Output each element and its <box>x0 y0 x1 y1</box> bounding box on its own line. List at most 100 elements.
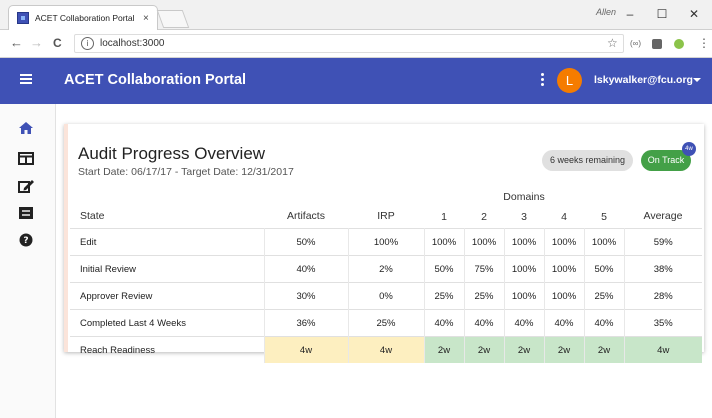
cell-domain-4: 40% <box>544 309 585 337</box>
cell-domain-3: 100% <box>504 255 545 283</box>
table-row-readiness: Reach Readiness 4w 4w 2w 2w 2w 2w 2w 4w <box>70 336 702 363</box>
back-button[interactable]: ← <box>10 35 23 51</box>
close-window-button[interactable]: ✕ <box>684 6 704 22</box>
browser-titlebar: ACET Collaboration Portal × Allen – ☐ ✕ <box>0 0 712 30</box>
browser-tab[interactable]: ACET Collaboration Portal × <box>8 5 158 30</box>
home-icon[interactable] <box>16 120 36 136</box>
cast-icon[interactable] <box>652 39 662 49</box>
cell-domain-1: 100% <box>424 228 465 256</box>
url-input[interactable]: i localhost:3000 <box>74 34 624 53</box>
extension-icon[interactable]: (∞) <box>630 39 641 48</box>
cell-domain-5: 100% <box>584 228 625 256</box>
cell-irp: 25% <box>348 309 425 337</box>
extension-leaf-icon[interactable] <box>674 39 684 49</box>
favicon-icon <box>17 12 29 24</box>
col-header-artifacts: Artifacts <box>287 210 325 222</box>
col-header-domain-2: 2 <box>481 211 487 223</box>
cell-average: 4w <box>624 336 702 363</box>
col-header-average: Average <box>643 210 683 222</box>
cell-domain-3: 40% <box>504 309 545 337</box>
url-text: localhost:3000 <box>100 38 165 49</box>
cell-domain-3: 2w <box>504 336 545 363</box>
status-badge: 4w <box>682 142 696 156</box>
app-title: ACET Collaboration Portal <box>64 72 247 88</box>
cell-domain-1: 50% <box>424 255 465 283</box>
cell-domain-2: 40% <box>464 309 505 337</box>
user-menu-caret-icon[interactable] <box>693 78 701 82</box>
col-header-domains: Domains <box>503 191 545 203</box>
cell-domain-1: 2w <box>424 336 465 363</box>
cell-domain-5: 50% <box>584 255 625 283</box>
audit-progress-table: State Artifacts IRP Domains Average 1 2 … <box>70 188 702 363</box>
list-icon[interactable] <box>16 205 36 221</box>
reload-button[interactable]: C <box>53 35 62 51</box>
minimize-button[interactable]: – <box>620 6 640 22</box>
cell-state: Approver Review <box>70 282 265 310</box>
page-title: Audit Progress Overview <box>78 144 266 163</box>
address-toolbar: ← → C i localhost:3000 ☆ (∞) ⋮ <box>0 30 712 58</box>
audit-progress-card: Audit Progress Overview Start Date: 06/1… <box>64 124 704 363</box>
cell-artifacts: 36% <box>264 309 349 337</box>
svg-text:?: ? <box>23 236 28 246</box>
table-row: Approver Review 30% 0% 25% 25% 100% 100%… <box>70 282 702 310</box>
forward-button[interactable]: → <box>30 35 43 51</box>
cell-irp: 0% <box>348 282 425 310</box>
tab-close-icon[interactable]: × <box>143 13 149 24</box>
site-info-icon[interactable]: i <box>81 37 94 50</box>
user-email[interactable]: lskywalker@fcu.org <box>594 74 693 86</box>
cell-average: 35% <box>624 309 702 337</box>
cell-domain-3: 100% <box>504 228 545 256</box>
cell-domain-2: 25% <box>464 282 505 310</box>
cell-domain-1: 25% <box>424 282 465 310</box>
cell-irp: 4w <box>348 336 425 363</box>
cell-domain-4: 100% <box>544 228 585 256</box>
new-tab-button[interactable] <box>156 10 190 28</box>
col-header-domain-3: 3 <box>521 211 527 223</box>
menu-icon[interactable] <box>20 72 34 88</box>
col-header-irp: IRP <box>377 210 395 222</box>
cell-state: Initial Review <box>70 255 265 283</box>
tab-title: ACET Collaboration Portal <box>35 13 135 23</box>
cell-domain-2: 2w <box>464 336 505 363</box>
maximize-button[interactable]: ☐ <box>652 6 672 22</box>
app-header: ACET Collaboration Portal L lskywalker@f… <box>0 58 712 104</box>
cell-domain-4: 100% <box>544 282 585 310</box>
cell-artifacts: 30% <box>264 282 349 310</box>
table-row: Initial Review 40% 2% 50% 75% 100% 100% … <box>70 255 702 283</box>
card-accent <box>64 124 68 352</box>
cell-artifacts: 50% <box>264 228 349 256</box>
bookmark-star-icon[interactable]: ☆ <box>607 36 618 50</box>
col-header-domain-4: 4 <box>561 211 567 223</box>
header-row: State Artifacts IRP Domains Average <box>70 188 702 222</box>
cell-domain-5: 25% <box>584 282 625 310</box>
cell-domain-2: 100% <box>464 228 505 256</box>
cell-average: 28% <box>624 282 702 310</box>
col-header-domain-5: 5 <box>601 211 607 223</box>
dashboard-icon[interactable] <box>16 150 36 166</box>
table-row: Completed Last 4 Weeks 36% 25% 40% 40% 4… <box>70 309 702 337</box>
cell-domain-4: 100% <box>544 255 585 283</box>
sidebar: ? <box>0 104 56 418</box>
col-header-domain-1: 1 <box>441 211 447 223</box>
browser-menu-icon[interactable]: ⋮ <box>698 36 710 50</box>
date-range: Start Date: 06/17/17 - Target Date: 12/3… <box>78 166 294 178</box>
cell-state: Completed Last 4 Weeks <box>70 309 265 337</box>
cell-state: Reach Readiness <box>70 336 265 363</box>
cell-domain-3: 100% <box>504 282 545 310</box>
cell-domain-1: 40% <box>424 309 465 337</box>
cell-irp: 2% <box>348 255 425 283</box>
help-icon[interactable]: ? <box>16 232 36 248</box>
cell-average: 38% <box>624 255 702 283</box>
avatar[interactable]: L <box>557 68 582 93</box>
cell-domain-2: 75% <box>464 255 505 283</box>
cell-domain-5: 40% <box>584 309 625 337</box>
edit-icon[interactable] <box>16 178 36 194</box>
table-row: Edit 50% 100% 100% 100% 100% 100% 100% 5… <box>70 228 702 256</box>
cell-state: Edit <box>70 228 265 256</box>
cell-domain-5: 2w <box>584 336 625 363</box>
cell-artifacts: 40% <box>264 255 349 283</box>
cell-irp: 100% <box>348 228 425 256</box>
cell-average: 59% <box>624 228 702 256</box>
more-options-icon[interactable] <box>540 72 546 88</box>
cell-artifacts: 4w <box>264 336 349 363</box>
